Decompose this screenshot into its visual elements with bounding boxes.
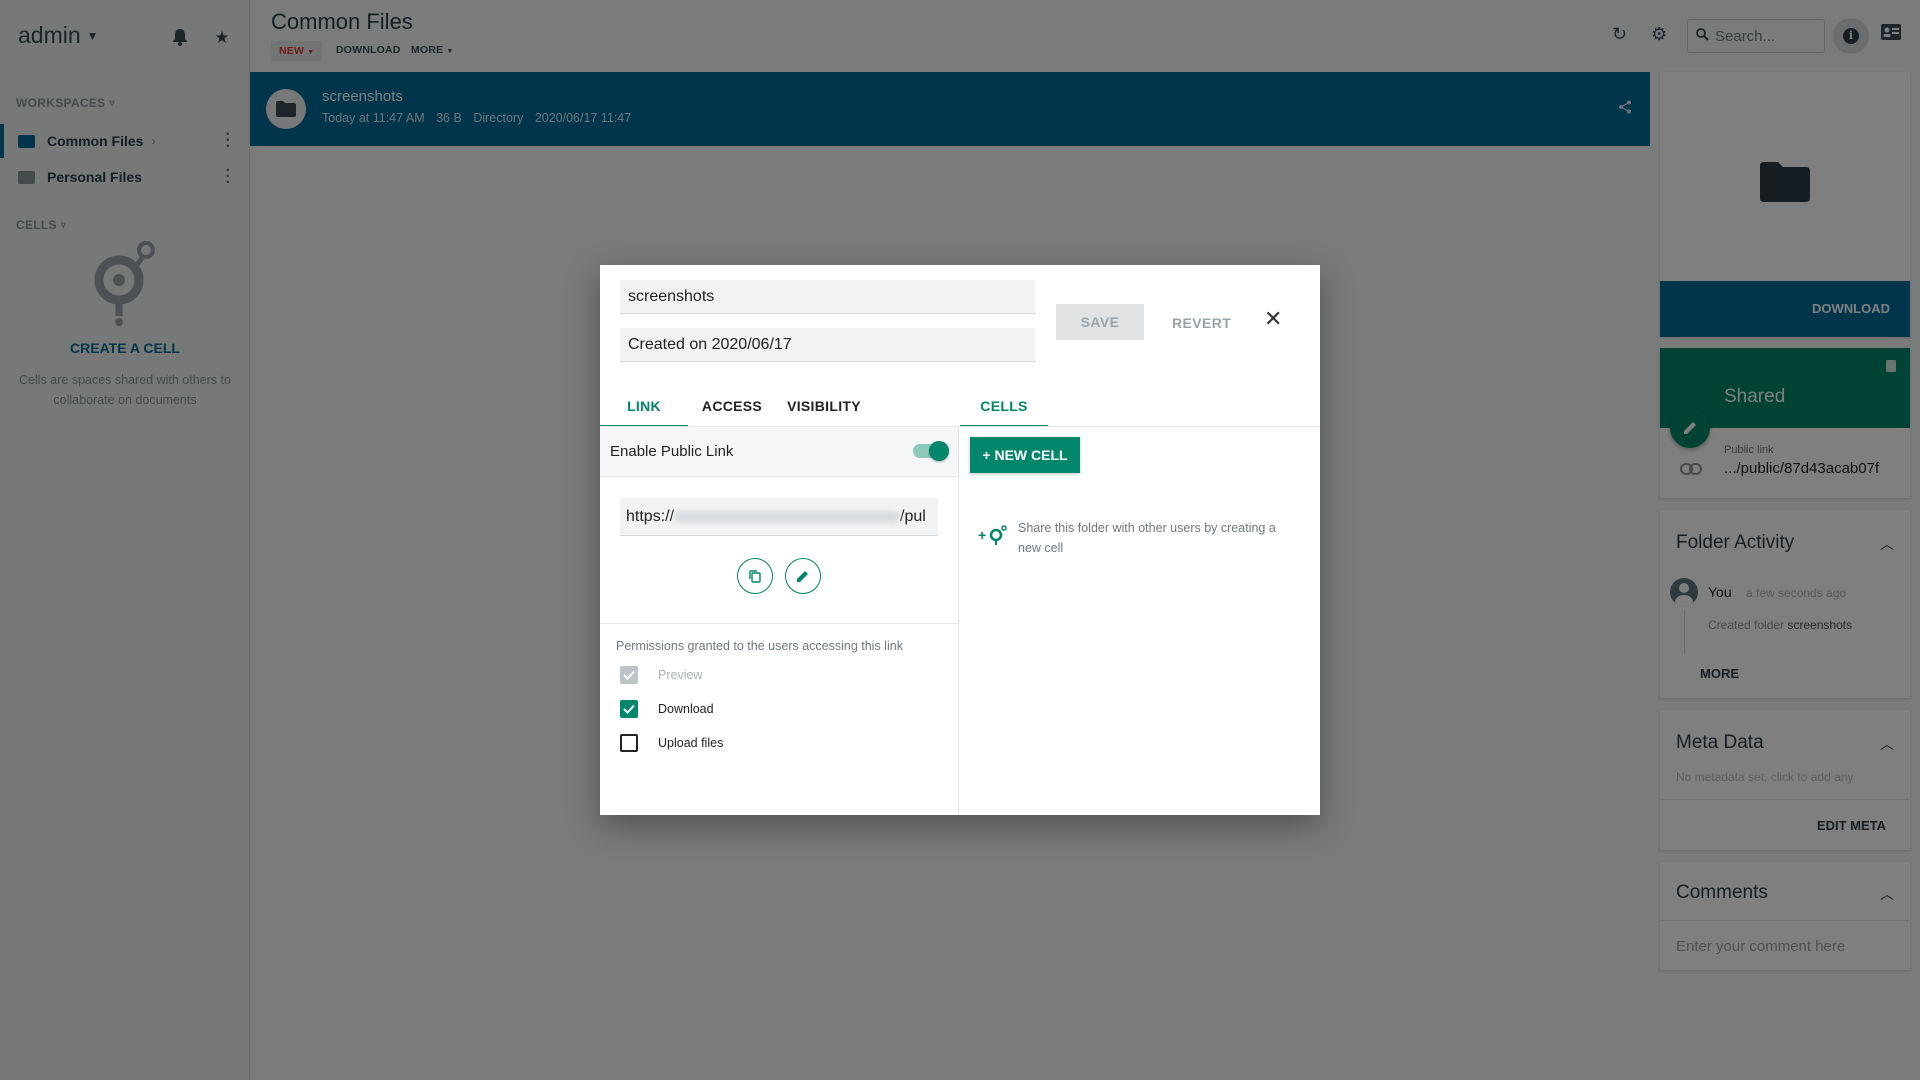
public-link-url-field[interactable]: https:// /pul xyxy=(620,498,938,536)
permissions-title: Permissions granted to the users accessi… xyxy=(616,639,903,653)
download-checkbox[interactable] xyxy=(620,700,638,718)
pencil-icon xyxy=(797,571,808,582)
permission-label: Download xyxy=(658,702,714,716)
revert-button[interactable]: REVERT xyxy=(1172,315,1231,331)
permission-download[interactable]: Download xyxy=(620,700,714,718)
copy-link-button[interactable] xyxy=(737,558,773,594)
cells-tabs: CELLS xyxy=(960,385,1048,427)
public-link-toggle[interactable] xyxy=(913,441,949,461)
redacted-url xyxy=(674,510,901,523)
share-dialog: screenshots Created on 2020/06/17 SAVE R… xyxy=(600,265,1320,815)
share-hint-text: Share this folder with other users by cr… xyxy=(1018,521,1276,555)
edit-link-button[interactable] xyxy=(785,558,821,594)
tab-access[interactable]: ACCESS xyxy=(688,385,776,427)
url-prefix: https:// xyxy=(626,508,675,525)
divider xyxy=(958,427,959,815)
permission-upload[interactable]: Upload files xyxy=(620,734,723,752)
tab-link[interactable]: LINK xyxy=(600,385,688,427)
tab-cells[interactable]: CELLS xyxy=(960,385,1048,427)
public-link-toggle-row: Enable Public Link xyxy=(600,427,958,477)
share-name-field[interactable]: screenshots xyxy=(620,280,1035,314)
cells-add-icon: + xyxy=(978,525,1008,552)
preview-checkbox xyxy=(620,666,638,684)
url-suffix: /pul xyxy=(900,508,926,525)
copy-icon xyxy=(749,569,761,583)
upload-checkbox[interactable] xyxy=(620,734,638,752)
close-icon[interactable]: ✕ xyxy=(1264,307,1282,331)
share-description-field[interactable]: Created on 2020/06/17 xyxy=(620,328,1035,362)
permission-preview: Preview xyxy=(620,666,702,684)
divider xyxy=(600,623,958,624)
permission-label: Upload files xyxy=(658,736,724,750)
new-cell-button[interactable]: + NEW CELL xyxy=(970,437,1080,473)
save-button[interactable]: SAVE xyxy=(1056,304,1144,340)
share-tabs: LINK ACCESS VISIBILITY xyxy=(600,385,872,427)
svg-text:+: + xyxy=(978,527,986,543)
tab-visibility[interactable]: VISIBILITY xyxy=(776,385,872,427)
enable-public-link-label: Enable Public Link xyxy=(610,443,734,460)
permission-label: Preview xyxy=(658,668,703,682)
